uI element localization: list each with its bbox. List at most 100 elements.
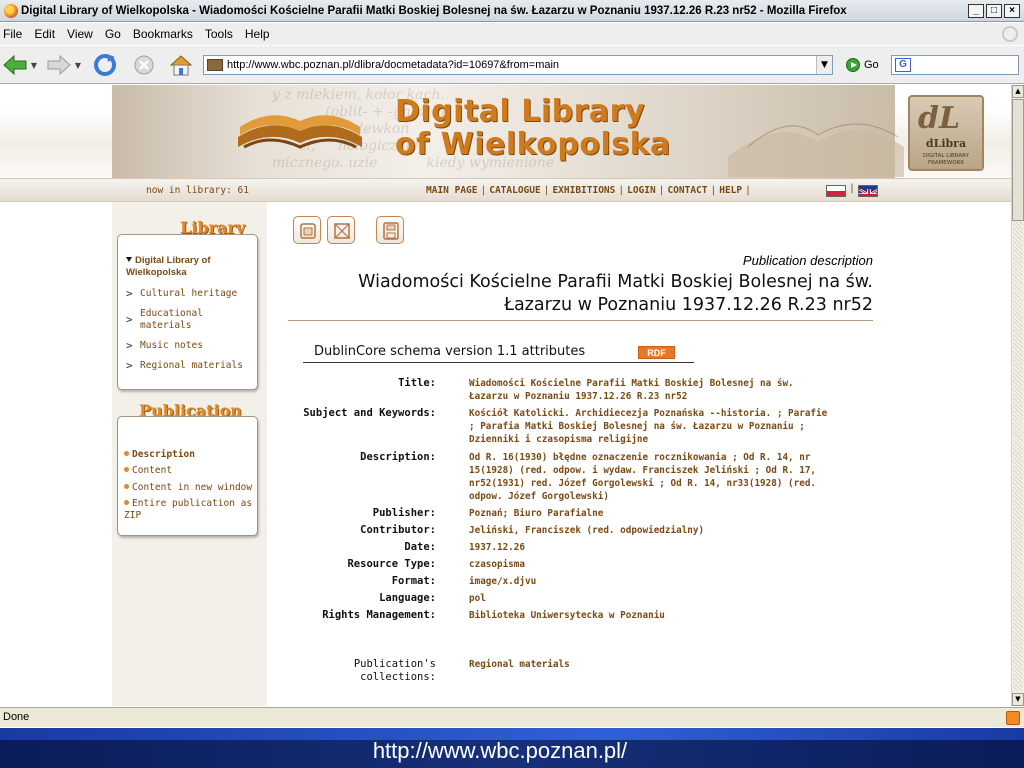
window-title: Digital Library of Wielkopolska - Wiadom…: [21, 4, 847, 17]
publication-item-zip[interactable]: Entire publication as ZIP: [124, 498, 254, 522]
expand-icon: [334, 223, 350, 239]
metadata-value-rights: Biblioteka Uniwersytecka w Poznaniu: [469, 610, 665, 621]
nav-catalogue[interactable]: CATALOGUE: [489, 185, 540, 196]
dlibra-badge[interactable]: dL dLibra DIGITAL LIBRARY FRAMEWORK: [908, 95, 984, 171]
close-button[interactable]: ×: [1004, 4, 1020, 18]
polish-flag-icon[interactable]: [826, 185, 846, 197]
menu-edit[interactable]: Edit: [29, 27, 62, 41]
view-button[interactable]: [293, 216, 321, 244]
metadata-value-date: 1937.12.26: [469, 542, 525, 553]
rdf-button[interactable]: RDF: [638, 346, 675, 359]
maximize-button[interactable]: □: [986, 4, 1002, 18]
back-history-dropdown[interactable]: ▼: [30, 53, 38, 77]
metadata-value-publisher: Poznań; Biuro Parafialne: [469, 508, 604, 519]
stop-icon: [134, 55, 154, 75]
library-item-music-notes[interactable]: > Music notes: [126, 340, 250, 352]
site-title-line-1: Digital Library: [395, 94, 646, 129]
scroll-track[interactable]: [1013, 221, 1023, 691]
bullet-icon: [124, 484, 129, 489]
rss-feed-icon[interactable]: [1006, 711, 1020, 725]
forward-button[interactable]: [46, 53, 72, 77]
go-button[interactable]: Go: [846, 55, 879, 75]
firefox-logo-icon: [4, 3, 18, 18]
metadata-label-subject: Subject and Keywords:: [303, 407, 436, 419]
menu-tools[interactable]: Tools: [200, 27, 240, 41]
site-title-line-2: of Wielkopolska: [395, 127, 671, 162]
back-button[interactable]: [2, 53, 28, 77]
minimize-button[interactable]: _: [968, 4, 984, 18]
page-viewport: y z mlekiem, kołor kach. (oblit- + -gnoz…: [0, 85, 1011, 706]
google-icon[interactable]: G: [895, 58, 911, 72]
floppy-disk-icon: [383, 222, 399, 240]
open-book-illustration: [728, 123, 904, 177]
library-item-label: Regional materials: [140, 360, 243, 371]
expanded-triangle-icon: [126, 257, 132, 262]
collections-label: Publication's collections:: [353, 658, 436, 683]
vertical-scrollbar[interactable]: ▲ ▼: [1011, 85, 1024, 706]
metadata-label-title: Title:: [398, 377, 436, 389]
metadata-value-subject: Kościół Katolicki. Archidiecezja Poznańs…: [469, 408, 828, 445]
publication-item-content[interactable]: Content: [124, 465, 254, 477]
chevron-right-icon: >: [126, 359, 133, 372]
library-item-label: Music notes: [140, 340, 203, 351]
site-title[interactable]: Digital Library of Wielkopolska: [395, 95, 671, 161]
home-button[interactable]: [168, 53, 194, 77]
scroll-thumb[interactable]: [1012, 99, 1024, 221]
scroll-up-button[interactable]: ▲: [1012, 85, 1024, 98]
open-book-logo-icon: [238, 115, 362, 149]
url-input[interactable]: http://www.wbc.poznan.pl/dlibra/docmetad…: [227, 59, 816, 71]
forward-arrow-icon: [47, 54, 71, 76]
address-bar[interactable]: http://www.wbc.poznan.pl/dlibra/docmetad…: [203, 55, 833, 75]
window-controls: _ □ ×: [968, 4, 1020, 18]
home-icon: [169, 55, 193, 76]
fullscreen-button[interactable]: [327, 216, 355, 244]
save-button[interactable]: [376, 216, 404, 244]
section-label: Publication description: [742, 253, 873, 268]
library-item-regional-materials[interactable]: > Regional materials: [126, 360, 250, 372]
library-count: now in library: 61: [146, 185, 249, 196]
metadata-label-format: Format:: [391, 575, 436, 587]
collections-value[interactable]: Regional materials: [469, 658, 829, 671]
publication-item-label: Content in new window: [132, 482, 253, 493]
nav-main-page[interactable]: MAIN PAGE: [426, 185, 477, 196]
metadata-value-title: Wiadomości Kościelne Parafii Matki Boski…: [469, 378, 794, 402]
library-tree-root[interactable]: Digital Library of Wielkopolska: [126, 255, 251, 279]
metadata-label-language: Language:: [379, 592, 436, 604]
search-box[interactable]: G: [891, 55, 1019, 75]
nav-contact[interactable]: CONTACT: [667, 185, 707, 196]
bullet-icon: [124, 451, 129, 456]
publication-item-description[interactable]: Description: [124, 449, 254, 461]
bullet-icon: [124, 500, 129, 505]
title-bar: Digital Library of Wielkopolska - Wiadom…: [0, 0, 1024, 22]
forward-history-dropdown[interactable]: ▼: [74, 53, 82, 77]
library-item-cultural-heritage[interactable]: > Cultural heritage: [126, 288, 250, 300]
metadata-value-resource-type: czasopisma: [469, 559, 525, 570]
menu-go[interactable]: Go: [100, 27, 128, 41]
throbber-icon: [1002, 26, 1018, 42]
library-box: Digital Library of Wielkopolska > Cultura…: [117, 234, 258, 390]
nav-help[interactable]: HELP: [719, 185, 742, 196]
nav-exhibitions[interactable]: EXHIBITIONS: [552, 185, 615, 196]
stop-button[interactable]: [131, 53, 157, 77]
back-arrow-icon: [3, 54, 27, 76]
schema-heading: DublinCore schema version 1.1 attributes: [314, 344, 586, 359]
uk-flag-icon[interactable]: [858, 185, 878, 197]
url-history-dropdown[interactable]: ▼: [816, 56, 832, 74]
metadata-value-language: pol: [469, 593, 486, 604]
menu-view[interactable]: View: [62, 27, 100, 41]
menu-bookmarks[interactable]: Bookmarks: [128, 27, 200, 41]
reload-button[interactable]: [92, 53, 118, 77]
menu-file[interactable]: File: [0, 27, 29, 41]
slide-footer: http://www.wbc.poznan.pl/: [0, 728, 1024, 768]
scroll-down-button[interactable]: ▼: [1012, 693, 1024, 706]
library-item-educational-materials[interactable]: > Educational materials: [126, 308, 250, 332]
status-bar: Done: [0, 707, 1024, 727]
nav-login[interactable]: LOGIN: [627, 185, 656, 196]
metadata-label-contributor: Contributor:: [360, 524, 436, 536]
chevron-right-icon: >: [126, 339, 133, 352]
menu-help[interactable]: Help: [240, 27, 277, 41]
navigation-toolbar: ▼ ▼ http://www.wbc.poznan.pl/dlibra/docm…: [0, 46, 1024, 84]
publication-item-content-new-window[interactable]: Content in new window: [124, 482, 254, 494]
metadata-label-description: Description:: [360, 451, 436, 463]
metadata-value-contributor: Jeliński, Franciszek (red. odpowiedzialn…: [469, 525, 705, 536]
